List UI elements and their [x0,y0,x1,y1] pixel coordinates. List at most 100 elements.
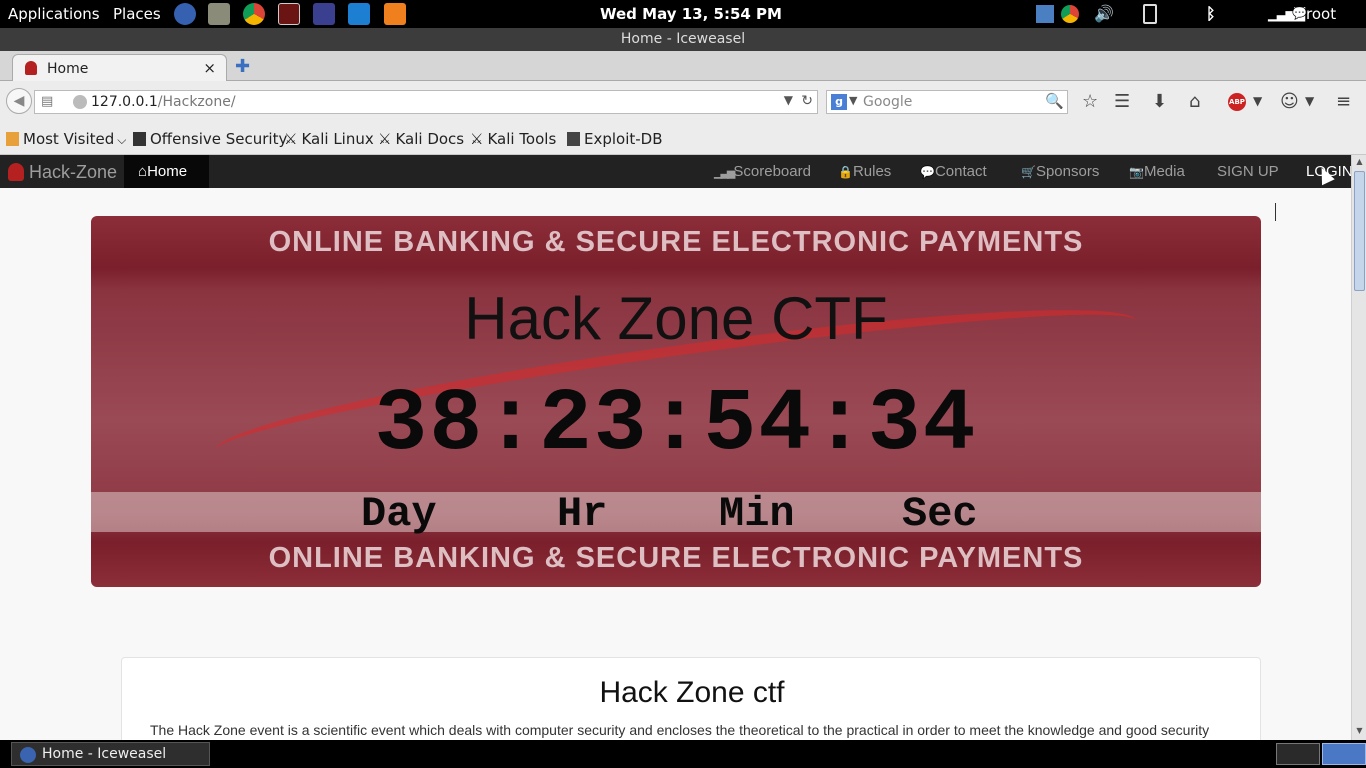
workspace-2[interactable] [1322,743,1366,765]
bookmark-most-visited[interactable]: Most Visited ⌵ [6,130,126,148]
bookmark-label: Exploit-DB [584,130,663,148]
countdown-hero: ONLINE BANKING & SECURE ELECTRONIC PAYME… [91,216,1261,587]
tab-home[interactable]: Home × [12,54,227,82]
bookmark-kali-docs[interactable]: ⚔ Kali Docs [378,130,464,148]
search-engine-icon[interactable]: g [831,94,847,110]
nav-signup[interactable]: SIGN UP [1217,163,1279,180]
back-button[interactable]: ◀ [6,88,32,114]
new-tab-button[interactable]: ✚ [235,56,250,77]
text-caret [1275,203,1276,221]
tab-label: Home [47,61,89,77]
bookmark-label: Kali Tools [487,130,557,148]
downloads-icon[interactable]: ⬇ [1152,91,1167,112]
xampp-launcher-icon[interactable] [384,3,406,25]
home-icon: ⌂ [138,163,148,180]
panel-clock[interactable]: Wed May 13, 5:54 PM [600,5,782,23]
home-icon[interactable]: ⌂ [1189,91,1200,112]
bookmark-label: Kali Linux [301,130,374,148]
nav-scoreboard[interactable]: ▁▃▅Scoreboard [714,163,811,180]
url-bar[interactable]: ▤ 127.0.0.1/Hackzone/ ▼ ↻ [34,90,818,114]
bookmark-label: Most Visited [23,130,115,148]
network-manager-icon[interactable] [1036,5,1054,23]
greasemonkey-dropdown-icon[interactable]: ▼ [1305,94,1314,108]
chrome-tray-icon[interactable] [1061,5,1079,23]
hero-title: Hack Zone CTF [464,285,888,352]
menu-hamburger-icon[interactable]: ≡ [1336,91,1351,112]
lock-icon: 🔒 [838,165,853,179]
about-text: The Hack Zone event is a scientific even… [150,722,1210,738]
signal-icon: ▁▃▅ [714,167,735,179]
adblock-plus-icon[interactable]: ABP [1228,93,1246,111]
globe-icon [73,95,87,109]
search-input[interactable]: Google [863,94,912,110]
search-bar[interactable]: g ▼ Google 🔍 [826,90,1068,114]
intellij-launcher-icon[interactable] [348,3,370,25]
reload-icon[interactable]: ↻ [801,93,813,109]
clipboard-icon[interactable] [1143,4,1157,24]
countdown-unit-day: Day [361,490,437,538]
applications-menu[interactable]: Applications [8,5,100,23]
nav-rules-label: Rules [852,163,892,180]
nav-home[interactable]: ⌂Home [124,155,209,188]
countdown-unit-min: Min [719,490,795,538]
hackzone-logo-icon [8,163,24,181]
volume-icon[interactable]: 🔊 [1094,4,1114,23]
bookmarks-toolbar: Most Visited ⌵ Offensive Security ⚔ Kali L… [0,125,1366,155]
nav-media[interactable]: 📷Media [1129,163,1185,180]
workspace-1[interactable] [1276,743,1320,765]
chevron-down-icon: ⌵ [117,133,127,147]
bookmark-kali-tools[interactable]: ⚔ Kali Tools [470,130,556,148]
taskbar-item-iceweasel[interactable]: Home - Iceweasel [11,742,210,766]
bookmark-kali-linux[interactable]: ⚔ Kali Linux [284,130,374,148]
site-brand[interactable]: Hack-Zone [8,162,117,183]
tab-close-icon[interactable]: × [203,59,216,77]
url-host: 127.0.0.1 [91,94,158,110]
places-menu[interactable]: Places [113,5,161,23]
chat-icon[interactable]: 💬 [1292,6,1307,20]
window-titlebar: Home - Iceweasel [0,28,1366,51]
bookmark-exploit-db[interactable]: Exploit-DB [567,130,663,148]
comment-icon: 💬 [920,165,935,179]
scroll-down-icon[interactable]: ▼ [1354,726,1365,737]
banner-top-text: ONLINE BANKING & SECURE ELECTRONIC PAYME… [268,226,1084,258]
search-icon[interactable]: 🔍 [1045,92,1064,110]
iceweasel-icon [20,747,36,763]
bluetooth-icon[interactable]: ᛒ [1206,4,1216,23]
nav-rules[interactable]: 🔒Rules [838,163,891,180]
bookmark-label: Offensive Security [150,130,288,148]
sponsor-logos-band [91,492,1261,532]
url-path: /Hackzone/ [157,94,236,110]
cart-icon: 🛒 [1021,165,1036,179]
iceweasel-launcher-icon[interactable] [174,3,196,25]
kali-dragon-icon: ⚔ [284,130,298,148]
bookmarks-list-icon[interactable]: ☰ [1114,91,1130,112]
greasemonkey-icon[interactable]: ☺ [1280,91,1299,112]
offsec-icon [133,132,146,146]
scroll-up-icon[interactable]: ▲ [1354,157,1365,168]
url-text: 127.0.0.1/Hackzone/ [91,94,236,110]
user-menu[interactable]: root [1306,5,1336,23]
page-identity-icon[interactable]: ▤ [41,94,53,109]
banner-bottom-text: ONLINE BANKING & SECURE ELECTRONIC PAYME… [268,542,1084,574]
scroll-thumb[interactable] [1354,171,1365,291]
bookmark-star-icon[interactable]: ☆ [1082,91,1098,112]
chrome-launcher-icon[interactable] [243,3,265,25]
brand-label: Hack-Zone [29,162,118,182]
about-panel: Hack Zone ctf The Hack Zone event is a s… [121,657,1261,740]
eclipse-launcher-icon[interactable] [313,3,335,25]
about-title: Hack Zone ctf [599,676,785,709]
url-history-dropdown-icon[interactable]: ▼ [784,93,793,107]
nav-sponsors[interactable]: 🛒Sponsors [1021,163,1099,180]
kali-dragon-icon: ⚔ [378,130,392,148]
tab-strip: Home × ✚ [0,51,1366,82]
page-scrollbar[interactable]: ▲ ▼ [1351,155,1366,740]
nav-contact[interactable]: 💬Contact [920,163,987,180]
files-launcher-icon[interactable] [208,3,230,25]
adblock-dropdown-icon[interactable]: ▼ [1253,94,1262,108]
nav-sponsors-label: Sponsors [1035,163,1100,180]
search-engine-dropdown-icon[interactable]: ▼ [849,94,857,107]
top-panel: Applications Places Wed May 13, 5:54 PM … [0,0,1366,28]
bookmark-offensive-security[interactable]: Offensive Security [133,130,287,148]
terminal-launcher-icon[interactable] [278,3,300,25]
bottom-panel: Home - Iceweasel [0,740,1366,768]
